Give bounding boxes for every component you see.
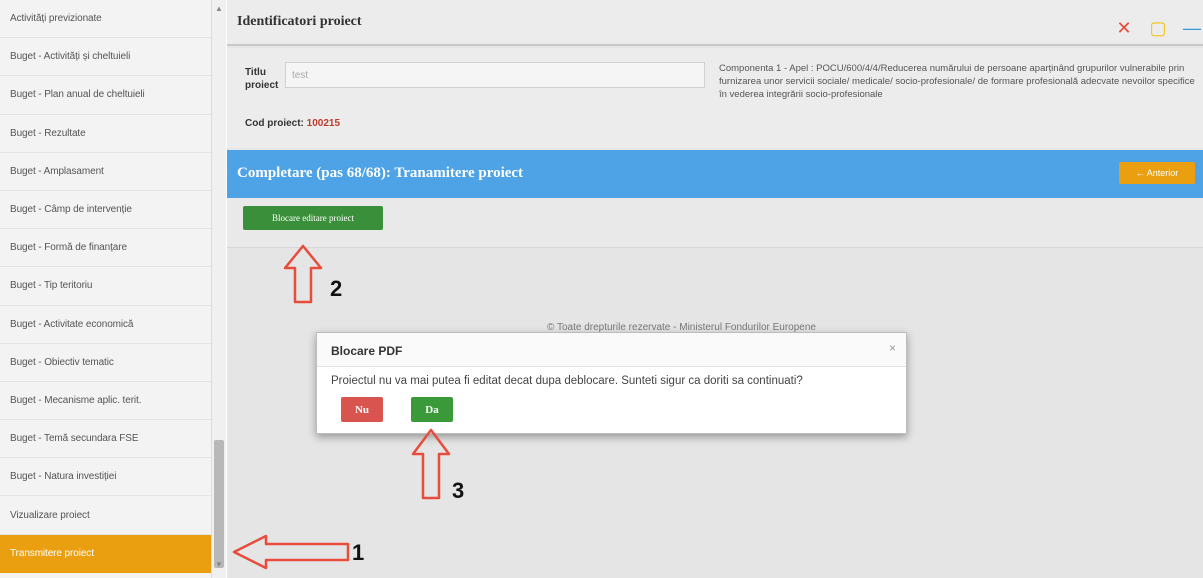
document-icon[interactable]: ▢: [1147, 18, 1169, 39]
sidebar-item-buget-activitati[interactable]: Buget - Activități și cheltuieli: [0, 38, 211, 77]
blocare-pdf-dialog: Blocare PDF × Proiectul nu va mai putea …: [316, 332, 907, 434]
dialog-message: Proiectul nu va mai putea fi editat deca…: [331, 375, 803, 387]
titlu-input[interactable]: [285, 62, 705, 88]
main-content: Identificatori proiect ✕ ▢ — Titlu proie…: [227, 0, 1203, 578]
sidebar-scrollbar[interactable]: ▲ ▼: [212, 0, 226, 578]
titlu-label: Titlu proiect: [245, 67, 279, 91]
sidebar-item-buget-camp-interventie[interactable]: Buget - Câmp de intervenție: [0, 191, 211, 230]
previous-button[interactable]: ← Anterior: [1119, 162, 1195, 184]
annotation-arrow-left: [232, 534, 350, 570]
sidebar-item-vizualizare-proiect[interactable]: Vizualizare proiect: [0, 496, 211, 535]
app-root: Activități previzionate Buget - Activită…: [0, 0, 1203, 578]
cross-arrows-icon[interactable]: ✕: [1113, 18, 1135, 39]
cod-proiect: Cod proiect: 100215: [245, 118, 340, 129]
progress-bar: Completare (pas 68/68): Tranamitere proi…: [227, 150, 1203, 198]
sidebar-item-buget-natura-investitiei[interactable]: Buget - Natura investiției: [0, 458, 211, 497]
componenta-description: Componenta 1 - Apel : POCU/600/4/4/Reduc…: [719, 63, 1195, 100]
page-header: Identificatori proiect ✕ ▢ —: [227, 0, 1203, 46]
no-button[interactable]: Nu: [341, 397, 383, 422]
annotation-number-3: 3: [452, 478, 465, 503]
collapse-icon[interactable]: —: [1181, 18, 1203, 39]
progress-title: Completare (pas 68/68): Tranamitere proi…: [237, 165, 524, 181]
dialog-title: Blocare PDF: [331, 344, 403, 358]
sidebar-item-buget-mecanisme[interactable]: Buget - Mecanisme aplic. terit.: [0, 382, 211, 421]
annotation-arrow-up-2: [283, 244, 323, 304]
sidebar-item-transmitere-proiect[interactable]: Transmitere proiect: [0, 534, 211, 573]
header-icons: ✕ ▢ —: [1113, 18, 1203, 39]
sidebar-item-buget-tip-teritoriu[interactable]: Buget - Tip teritoriu: [0, 267, 211, 306]
cod-value: 100215: [306, 118, 341, 129]
project-identifiers: Titlu proiect Cod proiect: 100215 Compon…: [227, 48, 1203, 148]
sidebar-item-buget-obiectiv-tematic[interactable]: Buget - Obiectiv tematic: [0, 344, 211, 382]
sidebar: Activități previzionate Buget - Activită…: [0, 0, 212, 578]
cod-label: Cod proiect:: [245, 118, 304, 129]
sidebar-item-buget-forma-finantare[interactable]: Buget - Formă de finanțare: [0, 229, 211, 268]
scroll-up-icon[interactable]: ▲: [215, 4, 223, 13]
scroll-down-icon[interactable]: ▼: [215, 560, 223, 569]
close-icon[interactable]: ×: [889, 341, 896, 355]
sidebar-item-buget-tema-secundara[interactable]: Buget - Temă secundara FSE: [0, 420, 211, 459]
dialog-header: Blocare PDF ×: [317, 333, 906, 367]
action-strip: Blocare editare proiect: [227, 198, 1203, 248]
sidebar-item-activitati-previzionate[interactable]: Activități previzionate: [0, 0, 211, 39]
annotation-number-1: 1: [352, 540, 365, 565]
sidebar-item-buget-plan-anual[interactable]: Buget - Plan anual de cheltuieli: [0, 76, 211, 115]
scrollbar-thumb[interactable]: [214, 440, 224, 568]
sidebar-item-buget-rezultate[interactable]: Buget - Rezultate: [0, 115, 211, 153]
blocare-editare-button[interactable]: Blocare editare proiect: [243, 206, 383, 230]
sidebar-item-buget-activitate-economica[interactable]: Buget - Activitate economică: [0, 306, 211, 344]
yes-button[interactable]: Da: [411, 397, 453, 422]
annotation-number-2: 2: [330, 276, 343, 301]
sidebar-item-buget-amplasament[interactable]: Buget - Amplasament: [0, 153, 211, 191]
annotation-arrow-up-3: [411, 428, 451, 500]
page-title: Identificatori proiect: [237, 14, 362, 29]
